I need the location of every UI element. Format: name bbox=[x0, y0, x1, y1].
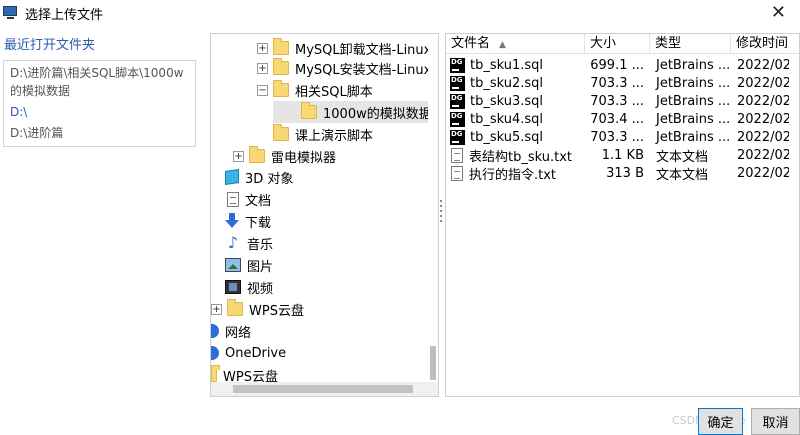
recent-folders-title: 最近打开文件夹 bbox=[4, 38, 96, 53]
file-size-cell: 703.4 ... bbox=[590, 111, 644, 127]
tree-item[interactable]: OneDrive bbox=[211, 342, 286, 364]
file-type-cell: 文本文档 bbox=[656, 149, 709, 165]
tree-item[interactable]: − 相关SQL脚本 bbox=[257, 79, 373, 101]
folder-icon bbox=[227, 299, 243, 316]
file-size-cell: 699.1 ... bbox=[590, 57, 644, 73]
pane-splitter[interactable] bbox=[440, 200, 443, 228]
tree-item[interactable]: + WPS云盘 bbox=[211, 298, 304, 320]
folder-icon bbox=[273, 124, 289, 141]
document-icon bbox=[227, 191, 239, 207]
tree-item[interactable]: 视频 bbox=[225, 276, 273, 298]
file-list-header: 文件名 ▲ 大小 类型 修改时间 bbox=[446, 34, 799, 54]
folder-icon bbox=[249, 146, 265, 163]
file-name-cell: 表结构tb_sku.txt bbox=[446, 146, 585, 165]
datagrip-icon: DG bbox=[450, 129, 465, 145]
tree-vertical-scrollbar[interactable] bbox=[428, 34, 438, 384]
file-size-cell: 703.3 ... bbox=[590, 129, 644, 145]
tree-item[interactable]: 课上演示脚本 bbox=[273, 123, 373, 145]
file-size-cell: 313 B bbox=[606, 165, 644, 181]
scroll-thumb[interactable] bbox=[430, 346, 436, 380]
ok-button[interactable]: 确定 bbox=[698, 408, 743, 435]
file-row[interactable]: DG tb_sku2.sql 703.3 ... JetBrains ... 2022/… bbox=[446, 74, 799, 92]
folder-icon bbox=[273, 80, 289, 97]
column-header-modified[interactable]: 修改时间 bbox=[731, 34, 799, 54]
column-header-type[interactable]: 类型 bbox=[650, 34, 731, 54]
picture-icon bbox=[225, 258, 241, 272]
close-icon[interactable]: ✕ bbox=[771, 2, 786, 23]
file-type-cell: 文本文档 bbox=[656, 167, 709, 183]
recent-folders-list: D:\进阶篇\相关SQL脚本\1000w的模拟数据 D:\ D:\进阶篇 bbox=[3, 60, 196, 147]
tree-item[interactable]: 图片 bbox=[225, 254, 273, 276]
tree-item[interactable]: ♪ 音乐 bbox=[225, 232, 273, 254]
text-file-icon bbox=[451, 165, 463, 181]
recent-folder-item[interactable]: D:\ bbox=[10, 103, 189, 121]
tree-item[interactable]: 下载 bbox=[225, 210, 271, 232]
network-icon bbox=[211, 324, 219, 338]
tree-item[interactable]: + 雷电模拟器 bbox=[233, 145, 336, 167]
file-size-cell: 703.3 ... bbox=[590, 75, 644, 91]
monitor-icon bbox=[3, 6, 19, 20]
file-name-cell: DG tb_sku1.sql bbox=[450, 57, 544, 73]
file-name-cell: 执行的指令.txt bbox=[446, 164, 585, 183]
tree-item[interactable]: + MySQL卸载文档-Linux bbox=[257, 37, 431, 59]
file-size-cell: 1.1 KB bbox=[601, 147, 644, 163]
cube-icon bbox=[225, 169, 239, 185]
file-type-cell: JetBrains ... bbox=[656, 129, 731, 145]
column-header-name[interactable]: 文件名 ▲ bbox=[446, 34, 585, 54]
file-size-cell: 703.3 ... bbox=[590, 93, 644, 109]
file-type-cell: JetBrains ... bbox=[656, 111, 731, 127]
title-bar: 选择上传文件 ✕ bbox=[0, 0, 800, 26]
file-row[interactable]: DG tb_sku5.sql 703.3 ... JetBrains ... 2022/… bbox=[446, 128, 799, 146]
folder-icon bbox=[273, 58, 289, 75]
tree-item[interactable]: 网络 bbox=[211, 320, 251, 342]
expand-icon[interactable]: + bbox=[211, 303, 222, 315]
tree-item[interactable]: 文档 bbox=[227, 188, 271, 210]
cancel-button[interactable]: 取消 bbox=[751, 408, 800, 435]
recent-folder-item[interactable]: D:\进阶篇 bbox=[10, 124, 189, 142]
folder-icon bbox=[301, 102, 317, 119]
file-type-cell: JetBrains ... bbox=[656, 93, 731, 109]
file-list[interactable]: 文件名 ▲ 大小 类型 修改时间 DG tb_sku1.sql 699.1 ... J… bbox=[445, 33, 800, 397]
file-name-cell: DG tb_sku2.sql bbox=[450, 75, 544, 91]
expand-icon[interactable]: + bbox=[233, 150, 244, 162]
tree-horizontal-scrollbar[interactable] bbox=[211, 382, 438, 396]
text-file-icon bbox=[451, 147, 463, 163]
file-type-cell: JetBrains ... bbox=[656, 75, 731, 91]
file-name-cell: DG tb_sku4.sql bbox=[450, 111, 544, 127]
download-icon bbox=[225, 213, 239, 229]
scroll-thumb[interactable] bbox=[233, 385, 413, 393]
expand-icon[interactable]: + bbox=[257, 62, 268, 74]
tree-item[interactable]: + MySQL安装文档-Linux bbox=[257, 57, 431, 79]
file-row[interactable]: 执行的指令.txt 313 B 文本文档 2022/02/2 bbox=[446, 164, 799, 183]
video-icon bbox=[225, 280, 241, 294]
file-row[interactable]: DG tb_sku3.sql 703.3 ... JetBrains ... 2022/… bbox=[446, 92, 799, 110]
file-row[interactable]: DG tb_sku1.sql 699.1 ... JetBrains ... 2022/… bbox=[446, 56, 799, 74]
file-row[interactable]: 表结构tb_sku.txt 1.1 KB 文本文档 2022/02/2 bbox=[446, 146, 799, 165]
datagrip-icon: DG bbox=[450, 75, 465, 91]
datagrip-icon: DG bbox=[450, 111, 465, 127]
folder-tree[interactable]: + MySQL卸载文档-Linux + MySQL安装文档-Linux − 相关… bbox=[210, 33, 439, 397]
folder-icon bbox=[273, 38, 289, 55]
datagrip-icon: DG bbox=[450, 57, 465, 73]
file-name-cell: DG tb_sku3.sql bbox=[450, 93, 544, 109]
cloud-icon bbox=[211, 346, 219, 360]
file-row[interactable]: DG tb_sku4.sql 703.4 ... JetBrains ... 2022/… bbox=[446, 110, 799, 128]
expand-icon[interactable]: + bbox=[257, 42, 268, 54]
column-header-size[interactable]: 大小 bbox=[585, 34, 650, 54]
file-name-cell: DG tb_sku5.sql bbox=[450, 129, 544, 145]
window-title: 选择上传文件 bbox=[25, 7, 104, 23]
tree-item-selected[interactable]: 1000w的模拟数据 bbox=[273, 101, 432, 123]
sort-ascending-icon: ▲ bbox=[499, 40, 506, 50]
recent-folder-item[interactable]: D:\进阶篇\相关SQL脚本\1000w的模拟数据 bbox=[10, 64, 189, 100]
folder-icon bbox=[211, 365, 220, 382]
datagrip-icon: DG bbox=[450, 93, 465, 109]
file-list-vertical-scrollbar[interactable] bbox=[789, 54, 799, 394]
file-type-cell: JetBrains ... bbox=[656, 57, 731, 73]
music-icon: ♪ bbox=[227, 233, 239, 252]
tree-item[interactable]: 3D 对象 bbox=[225, 166, 293, 188]
collapse-icon[interactable]: − bbox=[257, 84, 268, 96]
